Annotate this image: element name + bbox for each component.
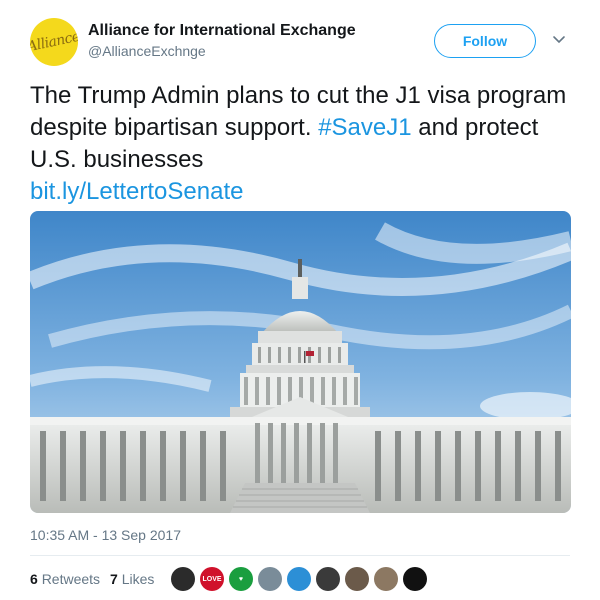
likes-count: 7 [110, 571, 118, 587]
tweet-stats: 6 Retweets 7 Likes [30, 571, 154, 587]
capitol-photo [30, 211, 571, 513]
tweet-text: The Trump Admin plans to cut the J1 visa… [30, 80, 575, 208]
liker-avatar-6[interactable] [316, 567, 340, 591]
likers-avatars: LOVE ♥ [171, 567, 427, 591]
display-name[interactable]: Alliance for International Exchange [88, 22, 356, 40]
hashtag-link[interactable]: #SaveJ1 [318, 114, 411, 141]
liker-avatar-9[interactable] [403, 567, 427, 591]
liker-avatar-3[interactable]: ♥ [229, 567, 253, 591]
retweets-stat[interactable]: 6 Retweets [30, 571, 100, 587]
liker-avatar-8[interactable] [374, 567, 398, 591]
tweet-photo[interactable] [30, 211, 571, 513]
avatar-logo-text: Alliance [30, 28, 78, 56]
liker-avatar-7[interactable] [345, 567, 369, 591]
account-handle[interactable]: @AllianceExchnge [88, 43, 206, 59]
url-link[interactable]: bit.ly/LettertoSenate [30, 178, 243, 205]
account-avatar[interactable]: Alliance [30, 18, 78, 66]
divider [30, 555, 570, 556]
tweet-timestamp[interactable]: 10:35 AM - 13 Sep 2017 [30, 527, 181, 543]
likes-label: Likes [121, 571, 155, 587]
retweets-label: Retweets [41, 571, 101, 587]
liker-avatar-5[interactable] [287, 567, 311, 591]
liker-avatar-4[interactable] [258, 567, 282, 591]
retweets-count: 6 [30, 571, 38, 587]
chevron-down-icon[interactable] [552, 32, 566, 46]
liker-avatar-2[interactable]: LOVE [200, 567, 224, 591]
follow-button[interactable]: Follow [434, 24, 536, 58]
liker-avatar-1[interactable] [171, 567, 195, 591]
tweet-card: Alliance Alliance for International Exch… [0, 0, 600, 600]
likes-stat[interactable]: 7 Likes [110, 571, 154, 587]
